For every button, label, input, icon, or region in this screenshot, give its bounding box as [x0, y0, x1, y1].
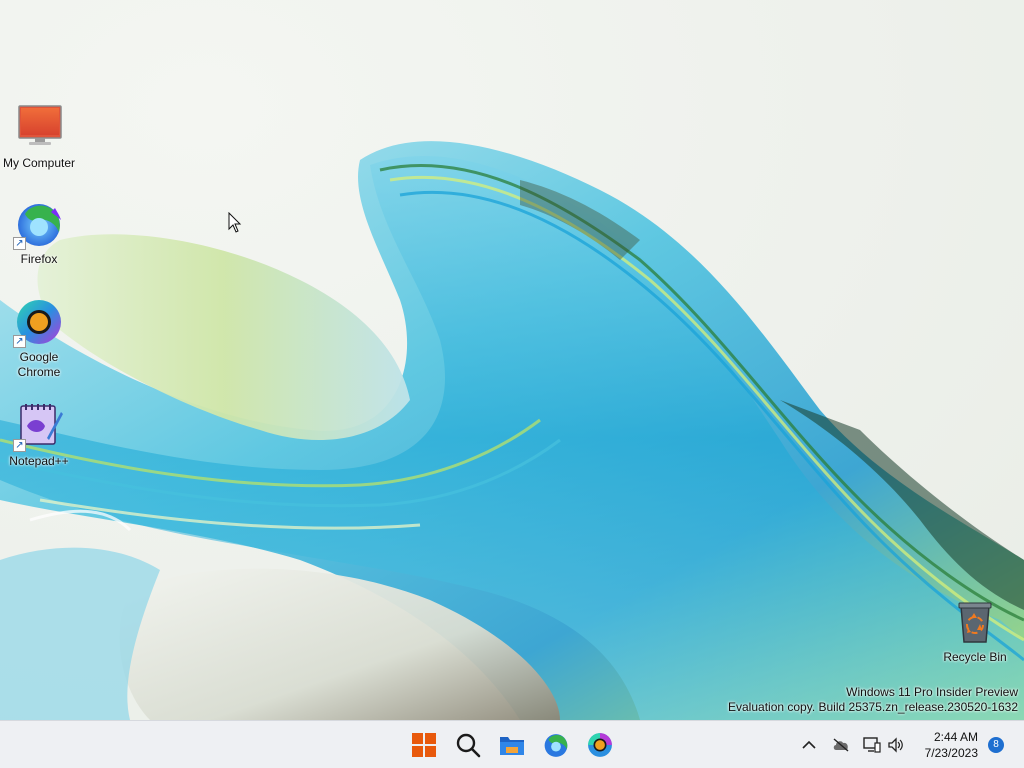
start-button[interactable]: [406, 727, 442, 763]
desktop-icon-label: My Computer: [2, 156, 76, 170]
chevron-up-icon: [802, 740, 816, 749]
desktop-icon-notepad-plus-plus[interactable]: ↗ Notepad++: [0, 402, 79, 469]
file-explorer-icon: [500, 737, 524, 755]
desktop-icon-label: Notepad++: [9, 454, 69, 468]
shortcut-arrow-icon: ↗: [13, 439, 26, 452]
shortcut-arrow-icon: ↗: [13, 237, 26, 250]
shortcut-arrow-icon: ↗: [13, 335, 26, 348]
wallpaper-image: [0, 141, 1024, 720]
onedrive-offline-icon: [833, 738, 849, 752]
desktop-icon-recycle-bin[interactable]: Recycle Bin: [935, 598, 1015, 665]
network-button[interactable]: [862, 733, 882, 757]
windows-watermark: Windows 11 Pro Insider Preview Evaluatio…: [728, 685, 1018, 715]
chrome-icon: [588, 733, 612, 757]
show-hidden-icons-button[interactable]: [800, 733, 818, 757]
network-icon: [863, 737, 881, 753]
onedrive-button[interactable]: [830, 733, 852, 757]
clock-time: 2:44 AM: [933, 730, 978, 744]
desktop-icon-google-chrome[interactable]: ↗ Google Chrome: [0, 298, 79, 380]
watermark-line1: Windows 11 Pro Insider Preview: [846, 685, 1018, 699]
taskbar: 2:44 AM 7/23/2023 8: [0, 720, 1024, 768]
notification-badge[interactable]: 8: [988, 737, 1004, 753]
volume-icon: [888, 737, 903, 753]
watermark-line2: Evaluation copy. Build 25375.zn_release.…: [728, 700, 1018, 714]
volume-button[interactable]: [886, 733, 906, 757]
chrome-icon: ↗: [13, 298, 63, 348]
mouse-cursor-icon: [228, 212, 242, 233]
firefox-taskbar-button[interactable]: [538, 727, 574, 763]
monitor-icon: [15, 104, 63, 152]
firefox-icon: [544, 734, 568, 757]
desktop-icon-firefox[interactable]: ↗ Firefox: [0, 200, 79, 267]
firefox-icon: ↗: [13, 200, 63, 250]
desktop-icon-label: Firefox: [20, 252, 58, 266]
chrome-taskbar-button[interactable]: [582, 727, 618, 763]
clock-date: 7/23/2023: [924, 746, 978, 760]
clock-button[interactable]: 2:44 AM 7/23/2023: [925, 729, 978, 761]
notepad-plus-plus-icon: ↗: [13, 402, 63, 452]
desktop[interactable]: My Computer ↗ Firefox ↗ Google Chrome ↗ …: [0, 0, 1024, 720]
search-button[interactable]: [450, 727, 486, 763]
windows-start-icon: [412, 733, 436, 757]
file-explorer-button[interactable]: [494, 727, 530, 763]
search-icon: [456, 733, 481, 758]
desktop-icon-label: Recycle Bin: [943, 650, 1007, 664]
desktop-icon-my-computer[interactable]: My Computer: [0, 104, 79, 171]
recycle-bin-icon: [951, 598, 999, 646]
desktop-icon-label: Google Chrome: [17, 350, 61, 379]
